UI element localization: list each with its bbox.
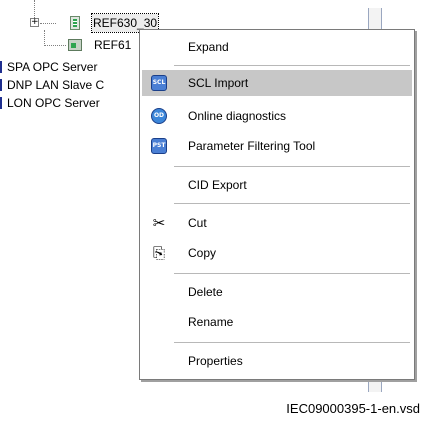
copy-icon: ⎘ (152, 244, 165, 262)
tree-node-ref61[interactable]: REF61 (0, 36, 140, 54)
ied-device-icon (68, 39, 82, 51)
tree-connector-icon (0, 61, 3, 73)
scl-import-icon: SCL (151, 75, 167, 91)
context-menu: Expand SCL SCL Import OD Online diagnost… (139, 29, 415, 380)
menu-item-cid-export[interactable]: CID Export (142, 172, 412, 198)
menu-item-online-diagnostics[interactable]: OD Online diagnostics (142, 103, 412, 129)
menu-item-label: SCL Import (188, 76, 249, 90)
tree-node-spa-opc[interactable]: SPA OPC Server (0, 58, 140, 76)
menu-item-label: Parameter Filtering Tool (188, 139, 316, 153)
menu-separator (174, 203, 410, 204)
online-diagnostics-icon: OD (151, 108, 167, 124)
ied-device-icon (70, 16, 80, 30)
tree-connector-icon (0, 97, 3, 109)
menu-item-label: Rename (188, 315, 234, 329)
menu-item-label: Copy (188, 246, 217, 260)
menu-item-delete[interactable]: Delete (142, 279, 412, 305)
tree-node-label: DNP LAN Slave C (7, 78, 105, 92)
parameter-filtering-icon: PST (151, 138, 167, 154)
figure-caption: IEC09000395-1-en.vsd (286, 401, 420, 416)
menu-item-copy[interactable]: ⎘ Copy (142, 240, 412, 266)
tree-node-lon-opc[interactable]: LON OPC Server (0, 94, 140, 112)
scissors-icon: ✂ (152, 214, 166, 232)
menu-item-scl-import[interactable]: SCL SCL Import (142, 70, 412, 96)
tree-node-label: LON OPC Server (7, 96, 100, 110)
menu-item-expand[interactable]: Expand (142, 34, 412, 60)
menu-separator (174, 65, 410, 66)
menu-item-cut[interactable]: ✂ Cut (142, 210, 412, 236)
menu-separator (174, 342, 410, 343)
tree-node-ref630[interactable]: REF630_30 (0, 13, 160, 33)
tree-node-label: REF61 (94, 38, 132, 52)
tree-connector-icon (0, 79, 3, 91)
menu-item-properties[interactable]: Properties (142, 348, 412, 374)
tree-node-dnp-lan[interactable]: DNP LAN Slave C (0, 76, 140, 94)
menu-item-label: CID Export (188, 178, 247, 192)
menu-separator (174, 166, 410, 167)
menu-item-label: Delete (188, 285, 223, 299)
tree-node-label: SPA OPC Server (7, 60, 98, 74)
menu-item-parameter-filtering[interactable]: PST Parameter Filtering Tool (142, 133, 412, 159)
menu-item-label: Expand (188, 40, 229, 54)
menu-item-rename[interactable]: Rename (142, 309, 412, 335)
scrollbar[interactable] (368, 8, 382, 30)
menu-item-label: Cut (188, 216, 207, 230)
scrollbar[interactable] (368, 380, 382, 392)
menu-item-label: Properties (188, 354, 243, 368)
menu-item-label: Online diagnostics (188, 109, 287, 123)
menu-separator (174, 273, 410, 274)
